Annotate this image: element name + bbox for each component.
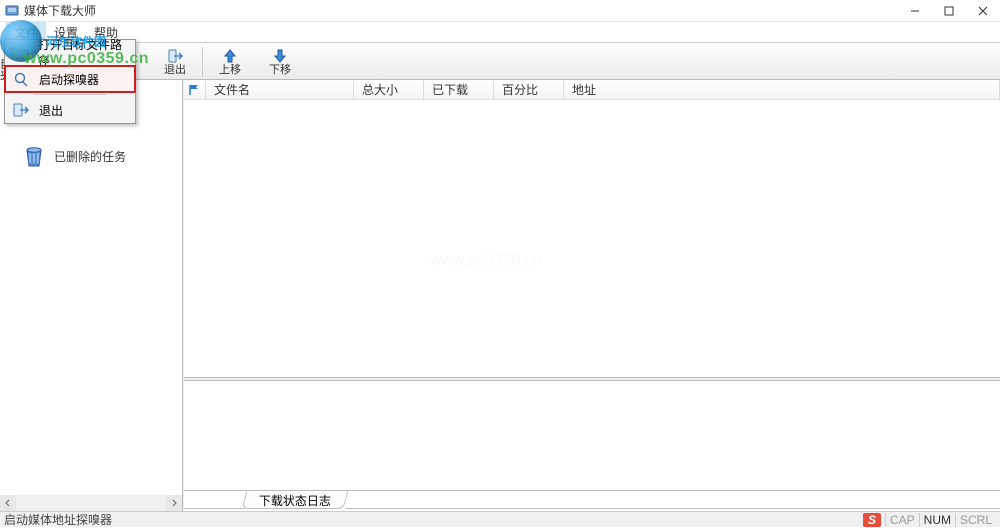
title-bar: 媒体下载大师 [0,0,1000,22]
indicator-num: NUM [919,513,955,527]
log-tab-strip: 下载状态日志 [184,491,1000,511]
scroll-track[interactable] [16,495,166,511]
menu-exit-label: 退出 [39,102,63,119]
trash-icon [20,142,48,170]
close-button[interactable] [966,0,1000,22]
arrow-down-icon [271,48,289,64]
sidebar: 已删除的任务 [0,80,183,511]
window-title: 媒体下载大师 [24,2,898,19]
menu-open-target-folder-label: 打开目标文件路径 [38,36,129,70]
indicator-scrl: SCRL [955,513,996,527]
file-menu-dropdown: 打开目标文件路径 启动探嗅器 退出 [4,39,136,124]
toolbar: 目标文件夹 ? 帮助 主页 退出 上移 下移 [0,42,1000,80]
menu-bar: 文件 设置 帮助 [0,22,1000,42]
toolbar-exit[interactable]: 退出 [150,45,200,79]
sidebar-horizontal-scrollbar[interactable] [0,495,182,511]
sidebar-deleted-tasks-label: 已删除的任务 [54,148,126,165]
log-body[interactable] [184,381,1000,491]
column-downloaded[interactable]: 已下载 [424,80,494,99]
indicator-cap: CAP [885,513,919,527]
sniffer-icon [11,69,31,89]
toolbar-exit-label: 退出 [164,65,186,76]
menu-open-target-folder[interactable]: 打开目标文件路径 [5,40,135,66]
scroll-left-arrow[interactable] [0,495,16,511]
folder-icon [11,43,30,63]
log-pane: 下载状态日志 [184,381,1000,511]
column-percent[interactable]: 百分比 [494,80,564,99]
list-vertical-scrollbar[interactable] [992,100,1000,377]
tab-download-status-log[interactable]: 下载状态日志 [242,491,349,509]
toolbar-move-up-label: 上移 [219,65,241,76]
column-filename[interactable]: 文件名 [206,80,354,99]
tab-filler-left [184,491,244,509]
menu-exit[interactable]: 退出 [5,97,135,123]
toolbar-move-up[interactable]: 上移 [205,45,255,79]
menu-separator [33,94,107,95]
flag-icon [188,84,202,96]
ime-indicator[interactable]: S [863,513,881,527]
menu-start-sniffer-label: 启动探嗅器 [39,71,99,88]
status-bar: 启动媒体地址探嗅器 S CAP NUM SCRL [0,511,1000,527]
column-type-icon[interactable] [184,80,206,99]
column-total-size[interactable]: 总大小 [354,80,424,99]
exit-door-icon [166,48,184,64]
client-area: 已删除的任务 文件名 总大小 已下载 百分比 地址 下载状态日志 [0,80,1000,511]
maximize-button[interactable] [932,0,966,22]
status-text: 启动媒体地址探嗅器 [4,511,863,528]
tab-filler-right [346,491,1000,509]
column-url[interactable]: 地址 [564,80,1000,99]
main-pane: 文件名 总大小 已下载 百分比 地址 下载状态日志 [183,80,1000,511]
toolbar-move-down[interactable]: 下移 [255,45,305,79]
toolbar-separator [202,47,203,77]
download-list[interactable] [184,100,1000,377]
app-icon [4,3,20,19]
list-header: 文件名 总大小 已下载 百分比 地址 [184,80,1000,100]
scroll-right-arrow[interactable] [166,495,182,511]
sidebar-deleted-tasks[interactable]: 已删除的任务 [0,138,182,174]
toolbar-move-down-label: 下移 [269,65,291,76]
minimize-button[interactable] [898,0,932,22]
exit-icon [11,100,31,120]
arrow-up-icon [221,48,239,64]
